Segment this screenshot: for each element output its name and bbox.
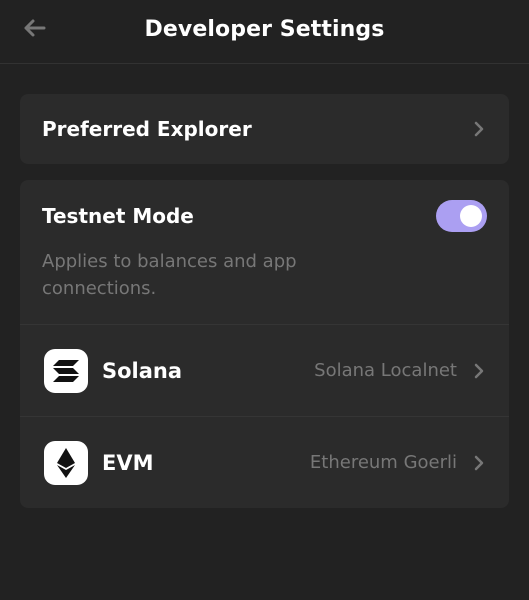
chevron-right-icon [473, 454, 487, 472]
network-name: EVM [102, 450, 154, 475]
chevron-right-icon [473, 362, 487, 380]
network-name: Solana [102, 358, 183, 383]
page-title: Developer Settings [144, 17, 385, 42]
preferred-explorer-label: Preferred Explorer [42, 117, 252, 141]
network-row-evm[interactable]: EVM Ethereum Goerli [20, 416, 509, 508]
ethereum-logo-icon [44, 440, 88, 485]
testnet-card: Testnet Mode Applies to balances and app… [20, 180, 509, 508]
solana-logo-icon [44, 348, 88, 393]
testnet-mode-description: Applies to balances and app connections. [42, 251, 297, 299]
network-value: Solana Localnet [314, 360, 457, 381]
testnet-mode-section: Testnet Mode Applies to balances and app… [20, 180, 509, 325]
testnet-mode-toggle[interactable] [436, 200, 487, 232]
testnet-mode-label: Testnet Mode [42, 204, 194, 228]
network-value: Ethereum Goerli [309, 452, 457, 473]
preferred-explorer-row[interactable]: Preferred Explorer [20, 94, 509, 164]
arrow-left-icon [22, 18, 46, 42]
network-row-solana[interactable]: Solana Solana Localnet [20, 325, 509, 416]
back-button[interactable] [18, 16, 50, 44]
toggle-knob [460, 205, 482, 227]
settings-content: Preferred Explorer Testnet Mode Applies … [0, 64, 529, 508]
header: Developer Settings [0, 0, 529, 64]
chevron-right-icon [473, 120, 487, 138]
